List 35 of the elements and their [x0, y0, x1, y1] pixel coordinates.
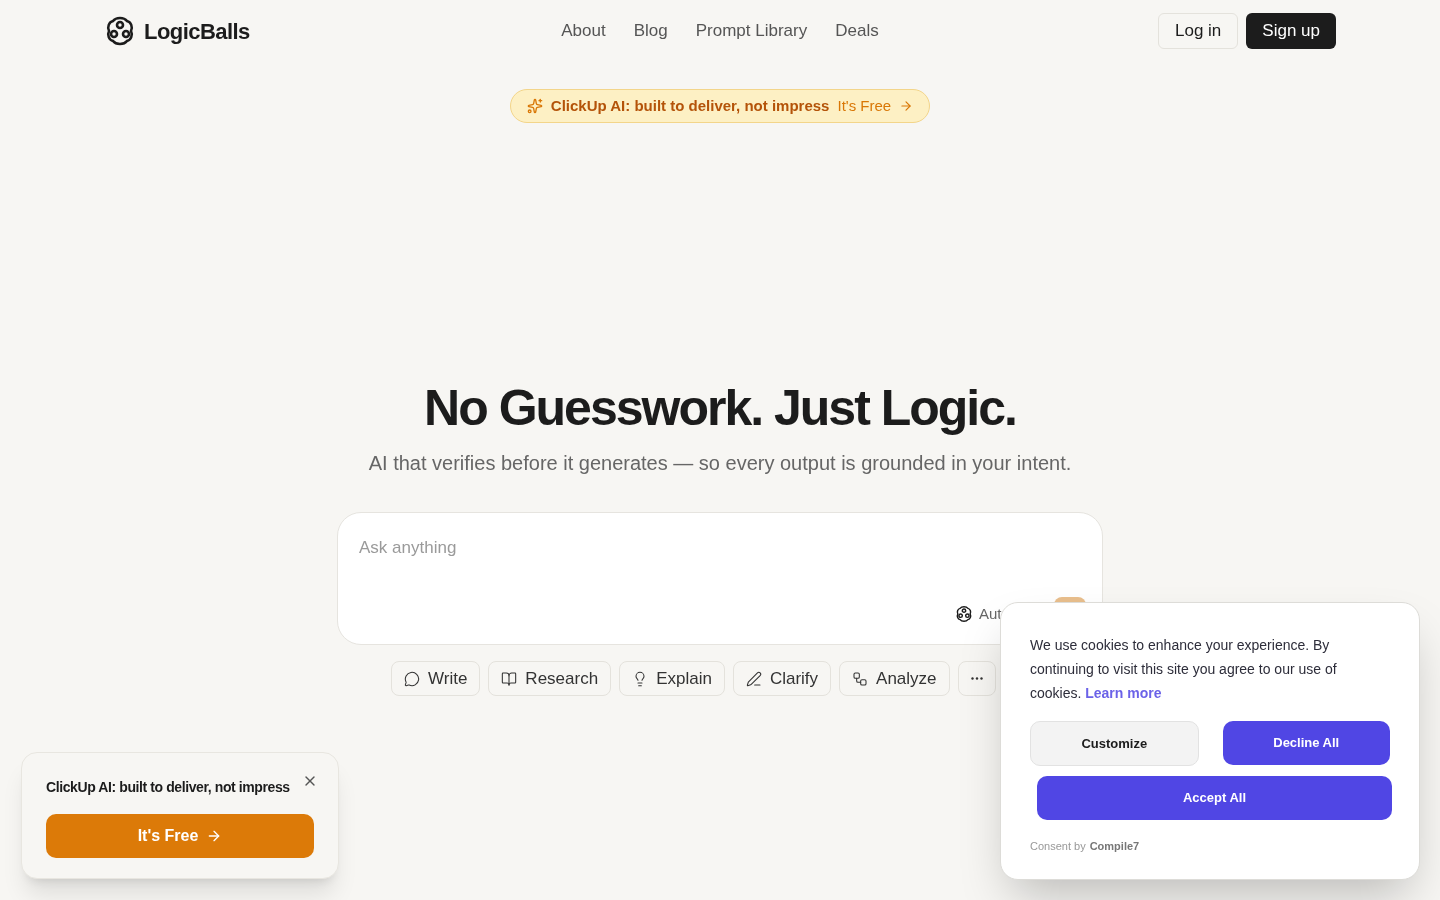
book-icon	[501, 670, 518, 687]
suggestion-chip[interactable]: Research	[488, 661, 612, 696]
nodes-icon	[852, 670, 869, 687]
brand-name: LogicBalls	[144, 17, 250, 46]
consent-label: Consent by	[1030, 839, 1086, 854]
nav-link[interactable]: Blog	[633, 18, 668, 44]
banner-text: ClickUp AI: built to deliver, not impress	[550, 95, 830, 116]
banner-cta: It's Free	[837, 95, 892, 116]
customize-button[interactable]: Customize	[1030, 721, 1199, 766]
nav-link[interactable]: Deals	[835, 18, 879, 44]
nav-link[interactable]: Prompt Library	[695, 18, 808, 44]
more-icon	[970, 677, 983, 680]
provider-name: Compile7	[1089, 839, 1140, 854]
suggestion-chip[interactable]: Clarify	[732, 661, 832, 696]
promo-banner[interactable]: ClickUp AI: built to deliver, not impress It's Free	[509, 89, 931, 123]
nav-link[interactable]: About	[561, 18, 606, 44]
pen-icon	[745, 670, 762, 687]
sparkle-icon	[526, 98, 543, 114]
chat-bubble-icon	[404, 670, 420, 687]
suggestion-chip[interactable]: Analyze	[839, 661, 950, 696]
hero-subtitle: AI that verifies before it generates — so every output is grounded in your intent.	[368, 451, 1072, 476]
accept-button[interactable]: Accept All	[1037, 776, 1392, 820]
mode-selector[interactable]: Aut	[979, 603, 1002, 626]
decline-button[interactable]: Decline All	[1222, 721, 1390, 765]
learn-more-link[interactable]: Learn more	[1085, 685, 1162, 701]
login-button[interactable]: Log in	[1158, 13, 1239, 49]
signup-button[interactable]: Sign up	[1246, 13, 1336, 49]
arrow-icon	[899, 99, 914, 113]
logo-icon	[104, 15, 136, 47]
logo-icon	[955, 605, 973, 624]
prompt-input[interactable]: Ask anything	[359, 535, 1081, 561]
suggestion-chip[interactable]: Explain	[619, 661, 725, 696]
popup-text: ClickUp AI: built to deliver, not impress	[46, 778, 290, 797]
suggestion-chip[interactable]: Write	[391, 661, 481, 696]
hero-title: No Guesswork. Just Logic.	[424, 380, 1016, 436]
